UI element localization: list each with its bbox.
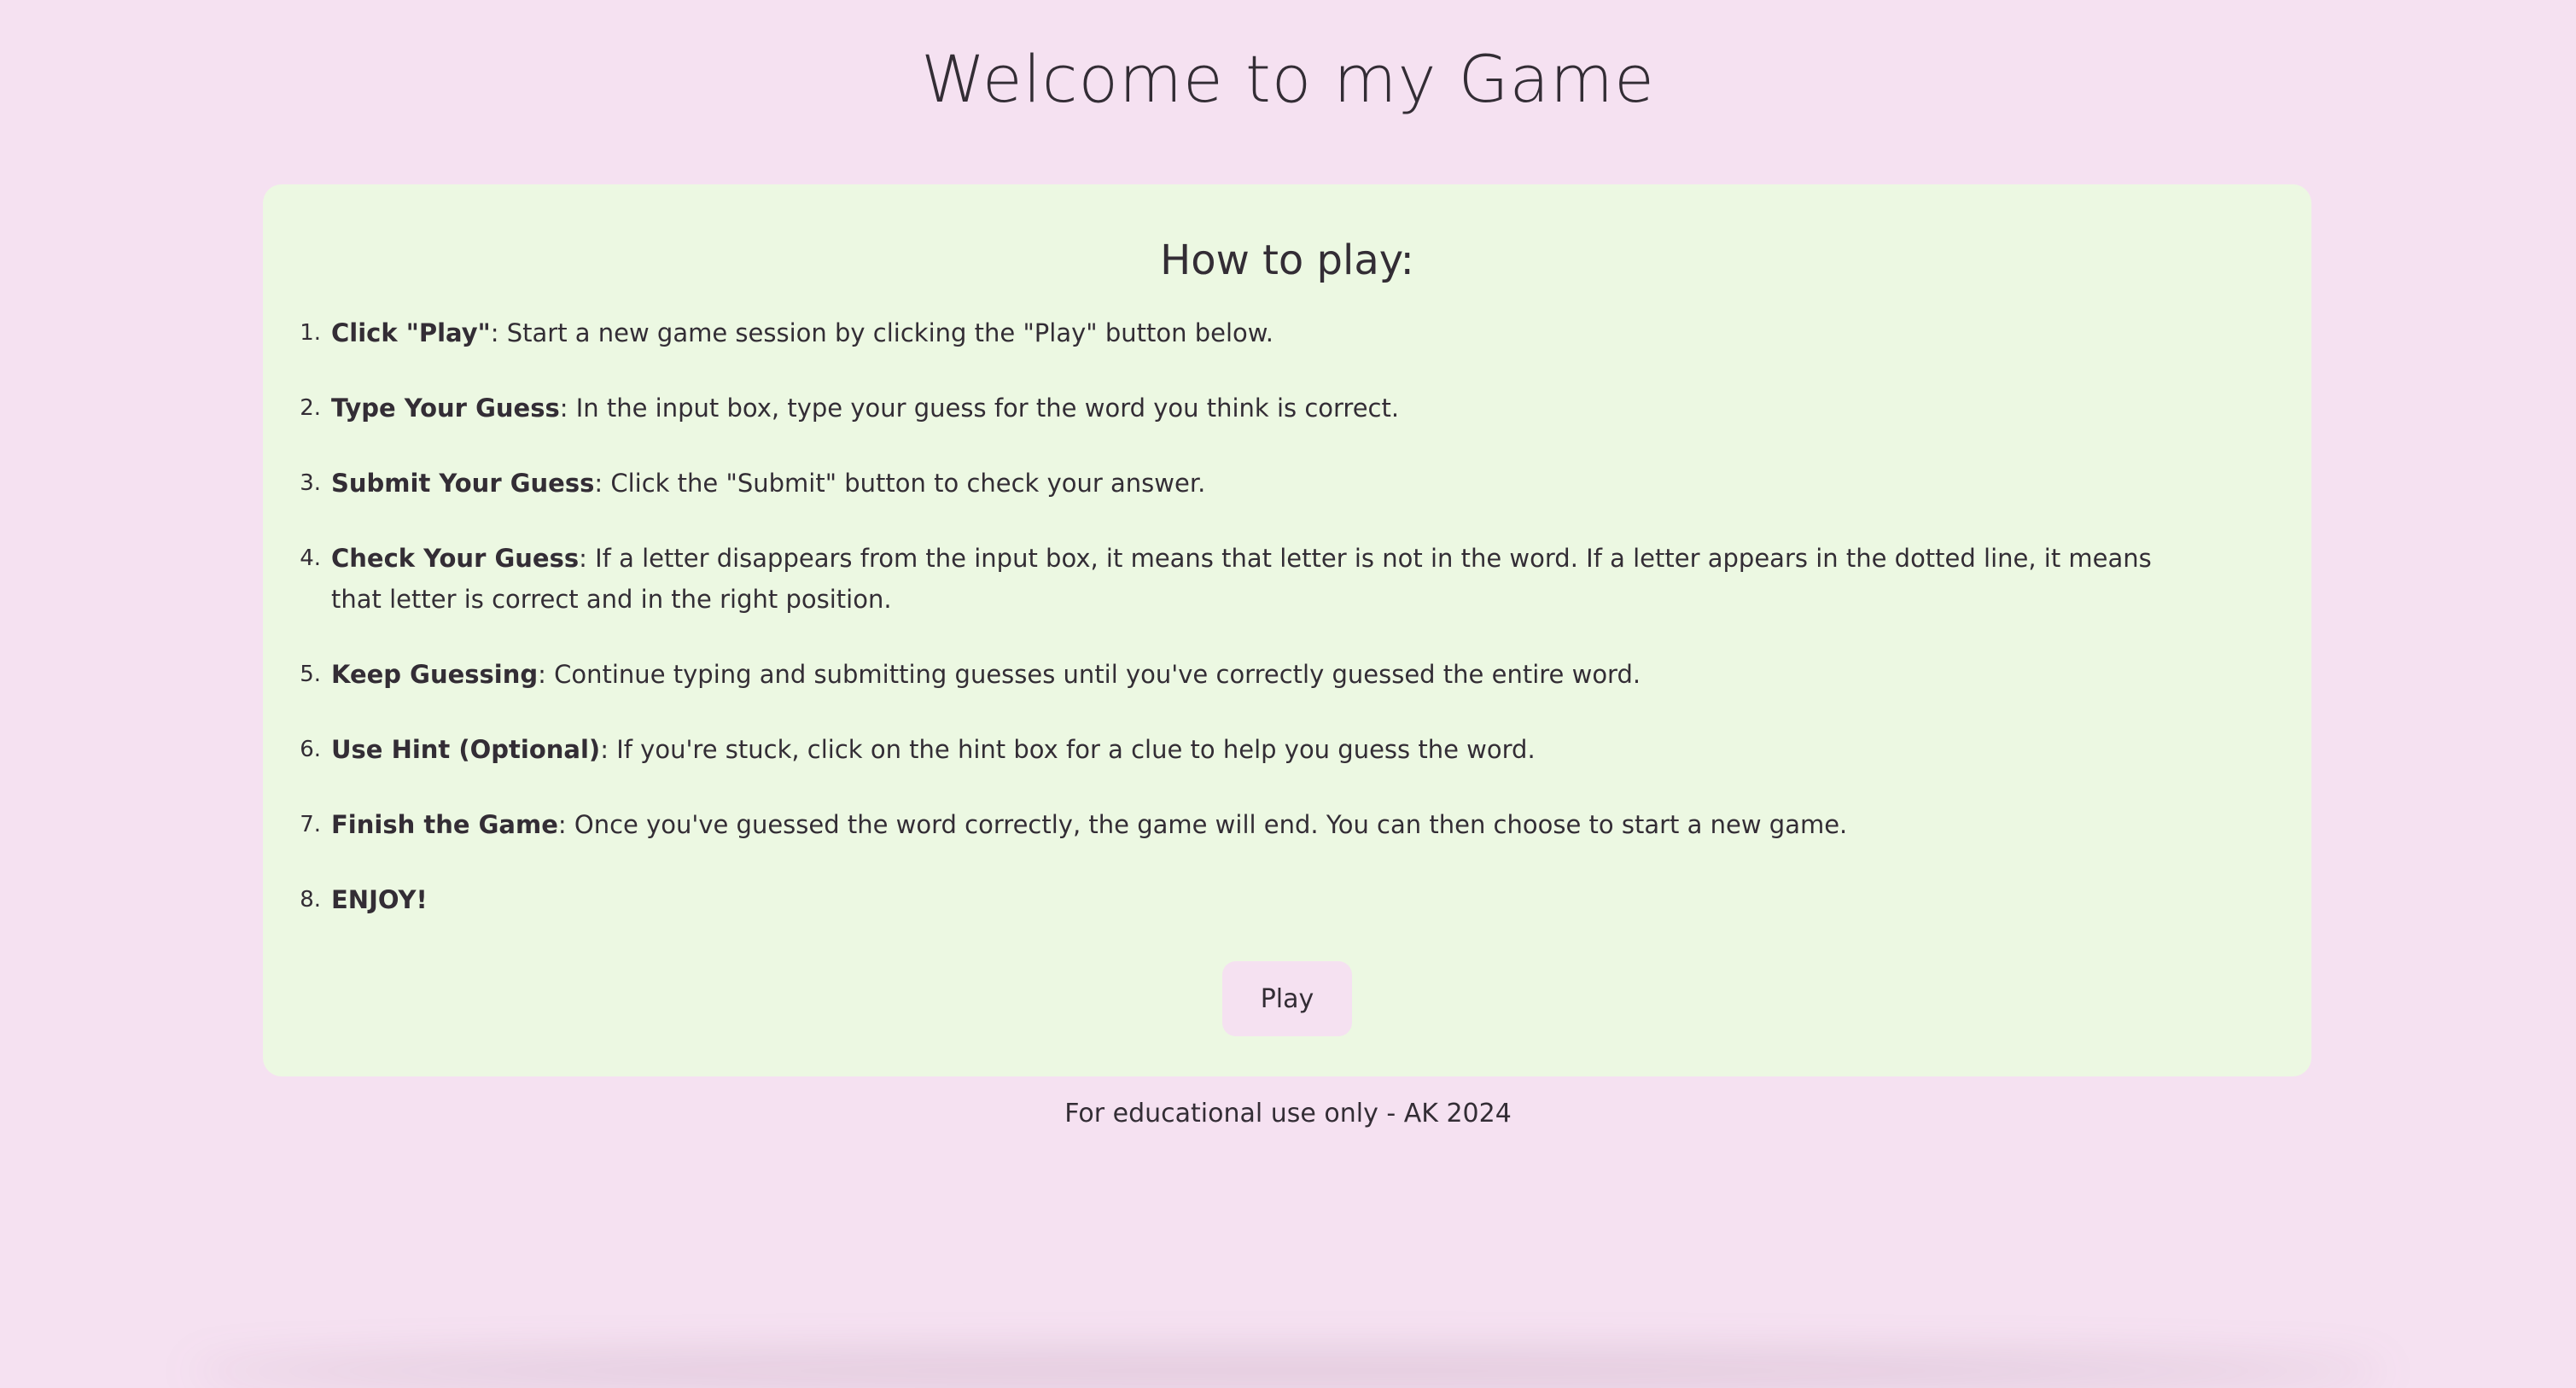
instruction-step: 6. Use Hint (Optional): If you're stuck,… [300, 729, 2209, 770]
step-title: Submit Your Guess [331, 469, 595, 498]
step-number: 2. [300, 395, 321, 421]
step-text: ENJOY! [331, 885, 428, 914]
step-title: Use Hint (Optional) [331, 735, 601, 764]
step-text: : Continue typing and submitting guesses… [538, 660, 1641, 689]
instructions-card: How to play: 1. Click "Play": Start a ne… [263, 184, 2311, 1076]
step-number: 7. [300, 812, 321, 837]
instruction-step: 1. Click "Play": Start a new game sessio… [300, 312, 2209, 353]
step-number: 1. [300, 320, 321, 346]
instructions-list: 1. Click "Play": Start a new game sessio… [300, 312, 2209, 954]
step-number: 5. [300, 662, 321, 687]
step-title: Click "Play" [331, 318, 491, 347]
step-number: 8. [300, 887, 321, 913]
instruction-step: 4. Check Your Guess: If a letter disappe… [300, 538, 2209, 620]
step-text: : Once you've guessed the word correctly… [557, 810, 1848, 839]
step-number: 6. [300, 737, 321, 762]
step-text: : Start a new game session by clicking t… [490, 318, 1274, 347]
instruction-step: 8. ENJOY! [300, 879, 2209, 920]
bottom-shadow [188, 1354, 2388, 1388]
play-button[interactable]: Play [1222, 961, 1352, 1036]
step-text: : Click the "Submit" button to check you… [594, 469, 1206, 498]
step-title: Type Your Guess [331, 394, 560, 423]
step-title: Check Your Guess [331, 544, 580, 573]
step-title: Finish the Game [331, 810, 558, 839]
step-number: 3. [300, 470, 321, 496]
step-title: Keep Guessing [331, 660, 539, 689]
step-number: 4. [300, 545, 321, 571]
instruction-step: 5. Keep Guessing: Continue typing and su… [300, 654, 2209, 695]
footer-text: For educational use only - AK 2024 [1064, 1099, 1512, 1128]
instruction-step: 2. Type Your Guess: In the input box, ty… [300, 388, 2209, 429]
step-text: : If you're stuck, click on the hint box… [600, 735, 1536, 764]
instruction-step: 3. Submit Your Guess: Click the "Submit"… [300, 463, 2209, 504]
page-title: Welcome to my Game [921, 41, 1655, 117]
instruction-step: 7. Finish the Game: Once you've guessed … [300, 804, 2209, 845]
step-text: : In the input box, type your guess for … [559, 394, 1400, 423]
instructions-heading: How to play: [1160, 236, 1414, 284]
step-text: : If a letter disappears from the input … [331, 544, 2152, 614]
